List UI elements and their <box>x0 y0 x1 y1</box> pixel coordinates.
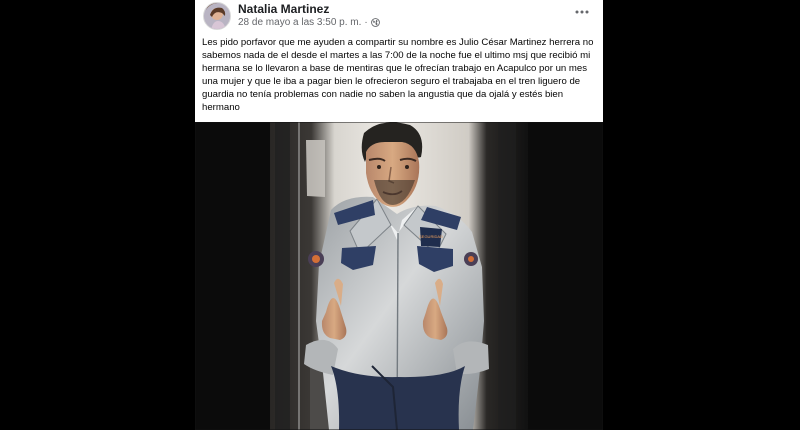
author-name[interactable]: Natalia Martinez <box>238 2 329 16</box>
praying-hands-icon <box>242 102 251 136</box>
post-header: Natalia Martinez 28 de mayo a las 3:50 p… <box>195 0 603 34</box>
post-meta: 28 de mayo a las 3:50 p. m. · <box>238 17 380 28</box>
more-horizontal-icon <box>575 10 589 14</box>
sad-face-icon <box>253 102 262 137</box>
emoji-row <box>242 102 273 137</box>
uniform-patch-text: SEGURIDAD <box>419 234 443 239</box>
meta-separator: · <box>364 17 368 28</box>
screen: Natalia Martinez 28 de mayo a las 3:50 p… <box>0 0 800 430</box>
avatar-image <box>204 3 230 29</box>
speech-bubble-icon <box>264 102 273 137</box>
post-text: Les pido porfavor que me ayuden a compar… <box>202 36 597 137</box>
avatar[interactable] <box>203 2 231 30</box>
post-photo[interactable]: SEGURIDAD <box>195 122 603 430</box>
missing-person-photo: SEGURIDAD <box>195 122 603 430</box>
globe-icon[interactable] <box>370 18 380 27</box>
timestamp[interactable]: 28 de mayo a las 3:50 p. m. <box>238 17 361 28</box>
more-options-button[interactable] <box>573 4 591 20</box>
